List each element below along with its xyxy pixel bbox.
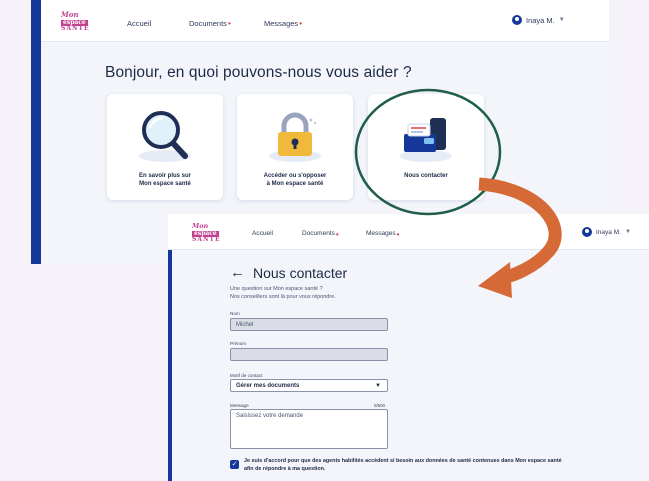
avatar-icon bbox=[582, 227, 592, 237]
nav-accueil[interactable]: Accueil bbox=[127, 19, 151, 28]
chevron-down-icon: ▼ bbox=[558, 17, 565, 23]
magnifier-icon bbox=[139, 111, 191, 162]
contact-phone-icon bbox=[400, 118, 452, 162]
motif-select[interactable]: Gérer mes documents ▼ bbox=[230, 379, 388, 392]
user-menu[interactable]: Inaya M. ▼ bbox=[582, 227, 631, 237]
nom-field[interactable]: Michel bbox=[230, 318, 388, 331]
message-label: Message bbox=[230, 403, 249, 408]
chevron-down-icon: ▼ bbox=[624, 229, 631, 235]
consent-text: Je suis d'accord pour que des agents hab… bbox=[244, 458, 562, 472]
logo[interactable]: Mon espace SANTÉ bbox=[61, 11, 95, 32]
card-learn-more[interactable]: En savoir plus sur Mon espace santé bbox=[107, 94, 223, 200]
motif-label: Motif de contact bbox=[230, 373, 263, 378]
message-textarea[interactable]: Saisissez votre demande bbox=[230, 409, 388, 449]
nav-accueil[interactable]: Accueil bbox=[252, 230, 273, 237]
card-label: Accéder ou s'opposer à Mon espace santé bbox=[263, 173, 327, 188]
top-nav: Mon espace SANTÉ Accueil Documents• Mess… bbox=[41, 0, 609, 42]
char-counter: 0/500 bbox=[374, 403, 385, 408]
nom-label: Nom bbox=[230, 311, 240, 316]
card-label: Nous contacter bbox=[404, 173, 448, 179]
contact-screen: Mon espace SANTÉ Accueil Documents• Mess… bbox=[168, 214, 649, 481]
back-link[interactable]: ← Nous contacter bbox=[230, 264, 347, 281]
logo[interactable]: Mon espace SANTÉ bbox=[192, 223, 222, 243]
side-accent bbox=[168, 250, 172, 481]
card-access-oppose[interactable]: Accéder ou s'opposer à Mon espace santé bbox=[237, 94, 353, 200]
page-title: Bonjour, en quoi pouvons-nous vous aider… bbox=[105, 64, 412, 81]
nav-documents[interactable]: Documents• bbox=[189, 19, 231, 28]
page-title: Nous contacter bbox=[253, 264, 348, 281]
card-label: En savoir plus sur Mon espace santé bbox=[138, 173, 192, 188]
padlock-icon bbox=[269, 112, 321, 162]
notification-dot: • bbox=[299, 19, 302, 28]
prenom-label: Prénom bbox=[230, 341, 247, 346]
notification-dot: • bbox=[335, 230, 339, 239]
intro-text: Une question sur Mon espace santé ? Nos … bbox=[230, 286, 336, 300]
notification-dot: • bbox=[396, 230, 400, 239]
user-menu[interactable]: Inaya M. ▼ bbox=[512, 15, 565, 25]
prenom-field[interactable] bbox=[230, 348, 388, 361]
nav-documents[interactable]: Documents• bbox=[302, 230, 339, 239]
avatar-icon bbox=[512, 15, 522, 25]
consent-row: ✓ Je suis d'accord pour que des agents h… bbox=[230, 458, 564, 474]
nav-messages[interactable]: Messages• bbox=[366, 230, 399, 239]
top-nav: Mon espace SANTÉ Accueil Documents• Mess… bbox=[168, 214, 649, 250]
chevron-down-icon: ▼ bbox=[375, 383, 381, 389]
card-contact[interactable]: Nous contacter bbox=[368, 94, 484, 200]
back-arrow-icon: ← bbox=[230, 264, 245, 281]
nav-messages[interactable]: Messages• bbox=[264, 19, 302, 28]
notification-dot: • bbox=[227, 19, 231, 28]
consent-checkbox[interactable]: ✓ bbox=[230, 460, 239, 469]
side-accent bbox=[31, 0, 41, 264]
